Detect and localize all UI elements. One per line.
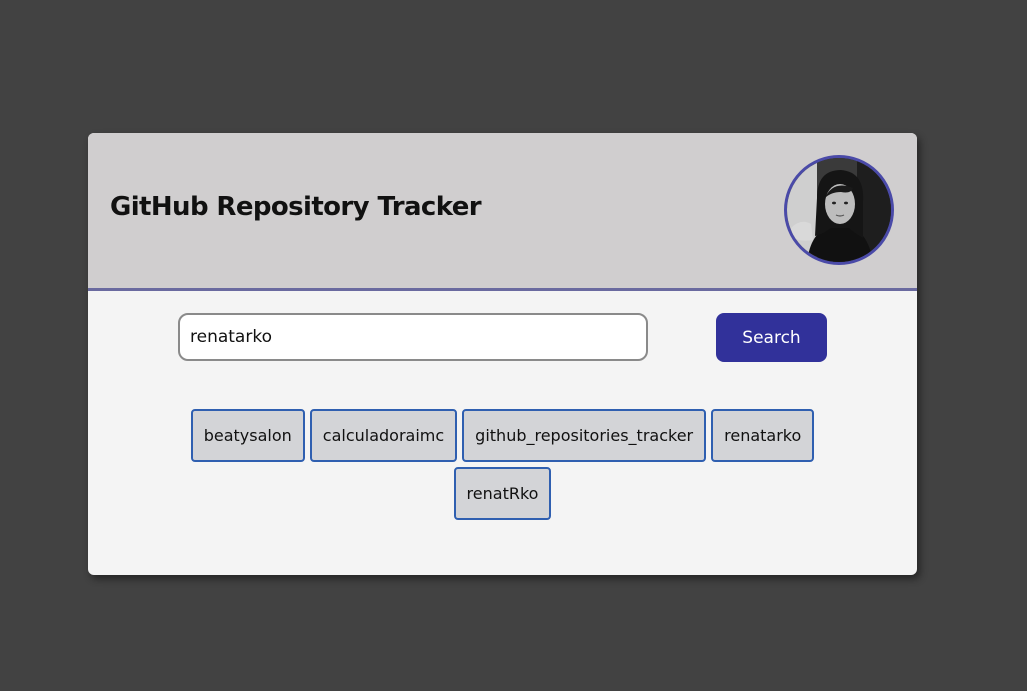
avatar [784, 155, 894, 265]
user-avatar-icon [787, 158, 891, 262]
search-input[interactable] [178, 313, 648, 361]
card-header: GitHub Repository Tracker [88, 133, 917, 291]
search-button[interactable]: Search [716, 313, 827, 362]
repository-item[interactable]: renatRko [453, 467, 552, 520]
page-title: GitHub Repository Tracker [110, 192, 482, 222]
repository-list: beatysalon calculadoraimc github_reposit… [148, 409, 857, 520]
repository-item[interactable]: beatysalon [190, 409, 305, 462]
repository-item[interactable]: github_repositories_tracker [462, 409, 707, 462]
tracker-card: GitHub Repository Tracker Search beatysa… [88, 133, 917, 575]
repository-item[interactable]: calculadoraimc [309, 409, 458, 462]
repository-item[interactable]: renatarko [711, 409, 815, 462]
